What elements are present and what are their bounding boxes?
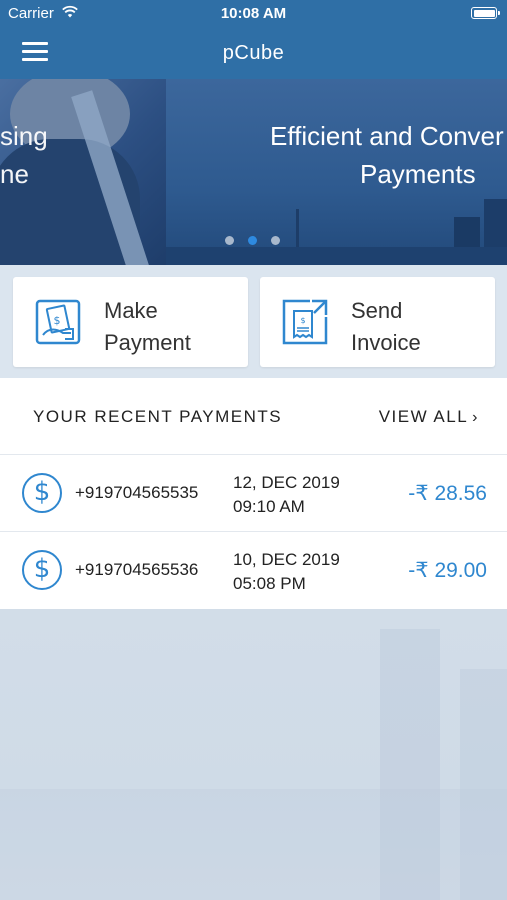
payment-time: 09:10 AM: [233, 497, 305, 516]
recent-payments-title: YOUR RECENT PAYMENTS: [33, 407, 283, 426]
send-invoice-label: Send Invoice: [351, 298, 421, 355]
slide-headline-line2: Payments: [360, 159, 476, 189]
send-invoice-button[interactable]: $ Send Invoice: [260, 277, 495, 367]
payment-row[interactable]: $ +919704565535 12, DEC 2019 09:10 AM -₹…: [0, 455, 507, 532]
payment-date: 12, DEC 2019: [233, 473, 340, 492]
promo-carousel[interactable]: sing ne Efficient and Conver Payments: [0, 79, 507, 265]
wallet-icon: $: [35, 299, 81, 345]
page-title: pCube: [222, 42, 285, 64]
svg-text:$: $: [300, 316, 305, 325]
payment-date: 10, DEC 2019: [233, 550, 340, 569]
carousel-slide-previous: sing ne: [0, 79, 166, 265]
background-image-area: [0, 609, 507, 900]
slide-current-text: Efficient and Conver Payments: [270, 117, 504, 193]
chevron-right-icon: ›: [472, 409, 479, 426]
payment-datetime: 12, DEC 2019 09:10 AM: [233, 471, 340, 519]
recent-payments-header: YOUR RECENT PAYMENTS VIEW ALL ›: [0, 378, 507, 455]
payment-amount: -₹ 28.56: [408, 482, 487, 505]
quick-actions: $ Make Payment $ Send Invoice: [0, 265, 507, 378]
payment-datetime: 10, DEC 2019 05:08 PM: [233, 548, 340, 596]
top-bar: Carrier 10:08 AM pCube: [0, 0, 507, 79]
make-payment-label: Make Payment: [104, 298, 191, 355]
slide-previous-text: sing ne: [0, 121, 48, 189]
view-all-link[interactable]: VIEW ALL ›: [379, 407, 479, 427]
dollar-icon: $: [22, 473, 62, 513]
carousel-dot-2[interactable]: [248, 236, 257, 245]
carousel-dot-3[interactable]: [271, 236, 280, 245]
payment-amount: -₹ 29.00: [408, 559, 487, 582]
make-payment-button[interactable]: $ Make Payment: [13, 277, 248, 367]
carousel-dot-1[interactable]: [225, 236, 234, 245]
recent-payments-panel: YOUR RECENT PAYMENTS VIEW ALL › $ +919704…: [0, 378, 507, 609]
svg-text:$: $: [54, 314, 61, 327]
payment-phone: +919704565535: [75, 483, 199, 502]
payment-row[interactable]: $ +919704565536 10, DEC 2019 05:08 PM -₹…: [0, 532, 507, 609]
nav-bar: pCube: [0, 28, 507, 79]
status-bar: Carrier 10:08 AM: [0, 0, 507, 28]
view-all-label: VIEW ALL: [378, 407, 469, 426]
status-time: 10:08 AM: [220, 5, 287, 22]
slide-headline-line1: Efficient and Conver: [270, 121, 504, 151]
dollar-icon: $: [22, 550, 62, 590]
carousel-slide-current: Efficient and Conver Payments: [166, 79, 507, 265]
payment-phone: +919704565536: [75, 560, 199, 579]
invoice-send-icon: $: [282, 299, 328, 345]
battery-icon: [471, 7, 500, 19]
payment-time: 05:08 PM: [233, 574, 306, 593]
